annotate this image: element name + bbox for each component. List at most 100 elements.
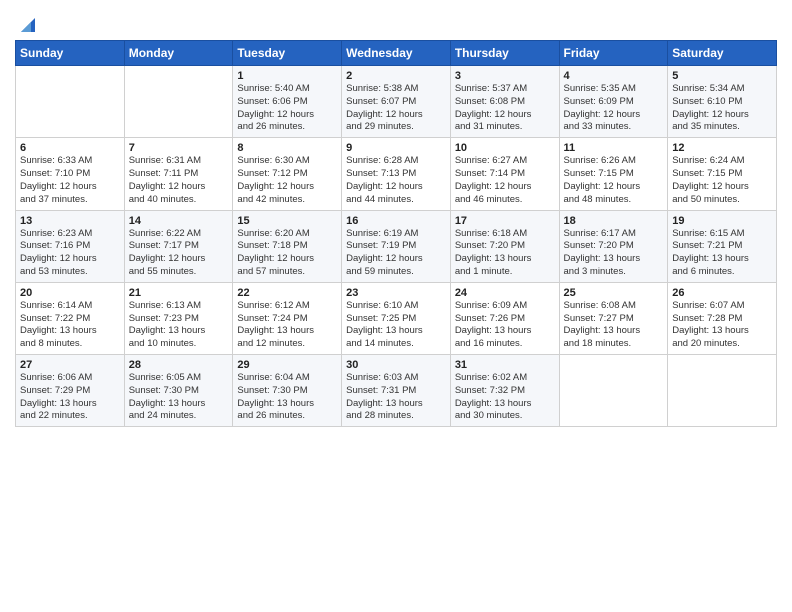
- calendar-cell: 31Sunrise: 6:02 AM Sunset: 7:32 PM Dayli…: [450, 355, 559, 427]
- day-info: Sunrise: 5:38 AM Sunset: 6:07 PM Dayligh…: [346, 83, 446, 134]
- calendar-cell: [16, 66, 125, 138]
- calendar-header: SundayMondayTuesdayWednesdayThursdayFrid…: [16, 41, 777, 66]
- day-info: Sunrise: 6:18 AM Sunset: 7:20 PM Dayligh…: [455, 228, 555, 279]
- day-number: 31: [455, 359, 555, 371]
- calendar-cell: 21Sunrise: 6:13 AM Sunset: 7:23 PM Dayli…: [124, 282, 233, 354]
- day-info: Sunrise: 6:31 AM Sunset: 7:11 PM Dayligh…: [129, 155, 229, 206]
- calendar-cell: 12Sunrise: 6:24 AM Sunset: 7:15 PM Dayli…: [668, 138, 777, 210]
- day-number: 28: [129, 359, 229, 371]
- header: [15, 10, 777, 36]
- calendar-cell: 4Sunrise: 5:35 AM Sunset: 6:09 PM Daylig…: [559, 66, 668, 138]
- day-number: 5: [672, 70, 772, 82]
- day-info: Sunrise: 6:07 AM Sunset: 7:28 PM Dayligh…: [672, 300, 772, 351]
- calendar-cell: 8Sunrise: 6:30 AM Sunset: 7:12 PM Daylig…: [233, 138, 342, 210]
- day-info: Sunrise: 6:04 AM Sunset: 7:30 PM Dayligh…: [237, 372, 337, 423]
- day-number: 13: [20, 215, 120, 227]
- day-info: Sunrise: 6:10 AM Sunset: 7:25 PM Dayligh…: [346, 300, 446, 351]
- week-row-5: 27Sunrise: 6:06 AM Sunset: 7:29 PM Dayli…: [16, 355, 777, 427]
- day-info: Sunrise: 5:40 AM Sunset: 6:06 PM Dayligh…: [237, 83, 337, 134]
- calendar-cell: 18Sunrise: 6:17 AM Sunset: 7:20 PM Dayli…: [559, 210, 668, 282]
- day-number: 17: [455, 215, 555, 227]
- calendar-table: SundayMondayTuesdayWednesdayThursdayFrid…: [15, 40, 777, 427]
- calendar-cell: 14Sunrise: 6:22 AM Sunset: 7:17 PM Dayli…: [124, 210, 233, 282]
- day-info: Sunrise: 6:06 AM Sunset: 7:29 PM Dayligh…: [20, 372, 120, 423]
- day-number: 19: [672, 215, 772, 227]
- calendar-cell: 3Sunrise: 5:37 AM Sunset: 6:08 PM Daylig…: [450, 66, 559, 138]
- day-number: 6: [20, 142, 120, 154]
- day-info: Sunrise: 6:09 AM Sunset: 7:26 PM Dayligh…: [455, 300, 555, 351]
- calendar-cell: 17Sunrise: 6:18 AM Sunset: 7:20 PM Dayli…: [450, 210, 559, 282]
- day-number: 21: [129, 287, 229, 299]
- header-day-friday: Friday: [559, 41, 668, 66]
- day-info: Sunrise: 6:30 AM Sunset: 7:12 PM Dayligh…: [237, 155, 337, 206]
- day-number: 14: [129, 215, 229, 227]
- day-info: Sunrise: 6:19 AM Sunset: 7:19 PM Dayligh…: [346, 228, 446, 279]
- calendar-cell: 28Sunrise: 6:05 AM Sunset: 7:30 PM Dayli…: [124, 355, 233, 427]
- calendar-cell: 29Sunrise: 6:04 AM Sunset: 7:30 PM Dayli…: [233, 355, 342, 427]
- header-row: SundayMondayTuesdayWednesdayThursdayFrid…: [16, 41, 777, 66]
- calendar-cell: 27Sunrise: 6:06 AM Sunset: 7:29 PM Dayli…: [16, 355, 125, 427]
- day-number: 9: [346, 142, 446, 154]
- day-number: 10: [455, 142, 555, 154]
- calendar-cell: 10Sunrise: 6:27 AM Sunset: 7:14 PM Dayli…: [450, 138, 559, 210]
- calendar-cell: 13Sunrise: 6:23 AM Sunset: 7:16 PM Dayli…: [16, 210, 125, 282]
- week-row-3: 13Sunrise: 6:23 AM Sunset: 7:16 PM Dayli…: [16, 210, 777, 282]
- calendar-cell: 1Sunrise: 5:40 AM Sunset: 6:06 PM Daylig…: [233, 66, 342, 138]
- day-number: 24: [455, 287, 555, 299]
- day-number: 1: [237, 70, 337, 82]
- day-number: 27: [20, 359, 120, 371]
- calendar-cell: 24Sunrise: 6:09 AM Sunset: 7:26 PM Dayli…: [450, 282, 559, 354]
- day-info: Sunrise: 6:14 AM Sunset: 7:22 PM Dayligh…: [20, 300, 120, 351]
- day-number: 11: [564, 142, 664, 154]
- calendar-cell: 30Sunrise: 6:03 AM Sunset: 7:31 PM Dayli…: [342, 355, 451, 427]
- calendar-cell: 11Sunrise: 6:26 AM Sunset: 7:15 PM Dayli…: [559, 138, 668, 210]
- day-number: 2: [346, 70, 446, 82]
- calendar-body: 1Sunrise: 5:40 AM Sunset: 6:06 PM Daylig…: [16, 66, 777, 427]
- calendar-cell: 22Sunrise: 6:12 AM Sunset: 7:24 PM Dayli…: [233, 282, 342, 354]
- day-info: Sunrise: 6:27 AM Sunset: 7:14 PM Dayligh…: [455, 155, 555, 206]
- day-info: Sunrise: 6:02 AM Sunset: 7:32 PM Dayligh…: [455, 372, 555, 423]
- header-day-monday: Monday: [124, 41, 233, 66]
- calendar-cell: 20Sunrise: 6:14 AM Sunset: 7:22 PM Dayli…: [16, 282, 125, 354]
- day-info: Sunrise: 6:24 AM Sunset: 7:15 PM Dayligh…: [672, 155, 772, 206]
- day-info: Sunrise: 6:12 AM Sunset: 7:24 PM Dayligh…: [237, 300, 337, 351]
- logo: [15, 14, 39, 36]
- day-info: Sunrise: 5:35 AM Sunset: 6:09 PM Dayligh…: [564, 83, 664, 134]
- calendar-cell: 6Sunrise: 6:33 AM Sunset: 7:10 PM Daylig…: [16, 138, 125, 210]
- logo-icon: [17, 14, 39, 36]
- day-number: 20: [20, 287, 120, 299]
- day-info: Sunrise: 6:23 AM Sunset: 7:16 PM Dayligh…: [20, 228, 120, 279]
- calendar-cell: [559, 355, 668, 427]
- day-number: 16: [346, 215, 446, 227]
- header-day-thursday: Thursday: [450, 41, 559, 66]
- calendar-cell: 16Sunrise: 6:19 AM Sunset: 7:19 PM Dayli…: [342, 210, 451, 282]
- calendar-cell: 19Sunrise: 6:15 AM Sunset: 7:21 PM Dayli…: [668, 210, 777, 282]
- day-info: Sunrise: 5:37 AM Sunset: 6:08 PM Dayligh…: [455, 83, 555, 134]
- calendar-cell: 23Sunrise: 6:10 AM Sunset: 7:25 PM Dayli…: [342, 282, 451, 354]
- day-info: Sunrise: 6:20 AM Sunset: 7:18 PM Dayligh…: [237, 228, 337, 279]
- day-info: Sunrise: 6:22 AM Sunset: 7:17 PM Dayligh…: [129, 228, 229, 279]
- calendar-cell: 15Sunrise: 6:20 AM Sunset: 7:18 PM Dayli…: [233, 210, 342, 282]
- calendar-cell: 9Sunrise: 6:28 AM Sunset: 7:13 PM Daylig…: [342, 138, 451, 210]
- day-number: 18: [564, 215, 664, 227]
- day-number: 23: [346, 287, 446, 299]
- week-row-1: 1Sunrise: 5:40 AM Sunset: 6:06 PM Daylig…: [16, 66, 777, 138]
- week-row-2: 6Sunrise: 6:33 AM Sunset: 7:10 PM Daylig…: [16, 138, 777, 210]
- day-info: Sunrise: 6:03 AM Sunset: 7:31 PM Dayligh…: [346, 372, 446, 423]
- calendar-cell: 5Sunrise: 5:34 AM Sunset: 6:10 PM Daylig…: [668, 66, 777, 138]
- day-info: Sunrise: 6:33 AM Sunset: 7:10 PM Dayligh…: [20, 155, 120, 206]
- calendar-cell: 26Sunrise: 6:07 AM Sunset: 7:28 PM Dayli…: [668, 282, 777, 354]
- day-number: 4: [564, 70, 664, 82]
- day-info: Sunrise: 6:26 AM Sunset: 7:15 PM Dayligh…: [564, 155, 664, 206]
- day-info: Sunrise: 6:08 AM Sunset: 7:27 PM Dayligh…: [564, 300, 664, 351]
- day-number: 26: [672, 287, 772, 299]
- day-number: 22: [237, 287, 337, 299]
- day-info: Sunrise: 5:34 AM Sunset: 6:10 PM Dayligh…: [672, 83, 772, 134]
- day-info: Sunrise: 6:28 AM Sunset: 7:13 PM Dayligh…: [346, 155, 446, 206]
- day-info: Sunrise: 6:17 AM Sunset: 7:20 PM Dayligh…: [564, 228, 664, 279]
- header-day-wednesday: Wednesday: [342, 41, 451, 66]
- day-number: 12: [672, 142, 772, 154]
- calendar-cell: [668, 355, 777, 427]
- day-info: Sunrise: 6:13 AM Sunset: 7:23 PM Dayligh…: [129, 300, 229, 351]
- calendar-cell: [124, 66, 233, 138]
